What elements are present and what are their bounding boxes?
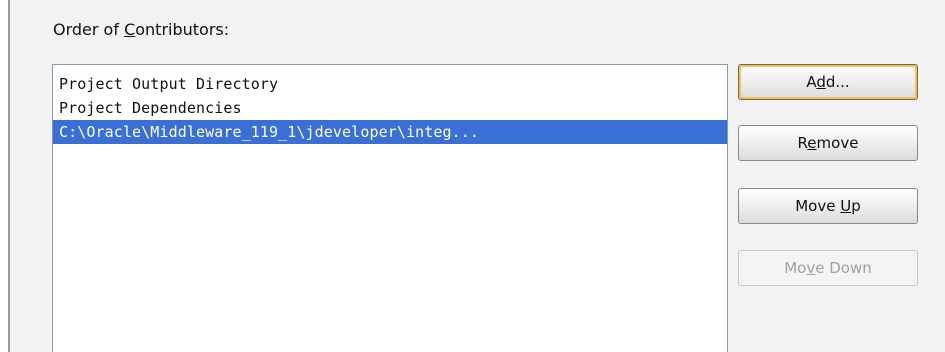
button-text-part: move — [816, 134, 859, 152]
button-mnemonic: v — [806, 259, 816, 277]
list-item-project-output-directory[interactable]: Project Output Directory — [53, 72, 727, 96]
add-button[interactable]: Add... — [738, 64, 918, 100]
button-text-part: Move — [795, 197, 841, 215]
order-of-contributors-label: Order of Contributors: — [53, 20, 229, 40]
button-text-part: d... — [825, 73, 850, 91]
list-item-project-dependencies[interactable]: Project Dependencies — [53, 96, 727, 120]
button-text-part: Mo — [784, 259, 807, 277]
button-text-part: A — [806, 73, 817, 91]
button-text-part: e Down — [815, 259, 872, 277]
button-text-part: p — [851, 197, 861, 215]
label-mnemonic: C — [124, 20, 136, 39]
button-mnemonic: U — [840, 197, 852, 215]
button-mnemonic: d — [816, 73, 826, 91]
label-text-part: Order of — [53, 20, 125, 39]
list-item-integration-path[interactable]: C:\Oracle\Middleware_119_1\jdeveloper\in… — [53, 120, 727, 144]
label-text-part: ontributors: — [135, 20, 230, 39]
button-text-part: R — [797, 134, 808, 152]
contributors-listbox[interactable]: Project Output Directory Project Depende… — [52, 64, 728, 352]
button-mnemonic: e — [807, 134, 817, 152]
move-down-button: Move Down — [738, 250, 918, 286]
move-up-button[interactable]: Move Up — [738, 188, 918, 224]
remove-button[interactable]: Remove — [738, 125, 918, 161]
